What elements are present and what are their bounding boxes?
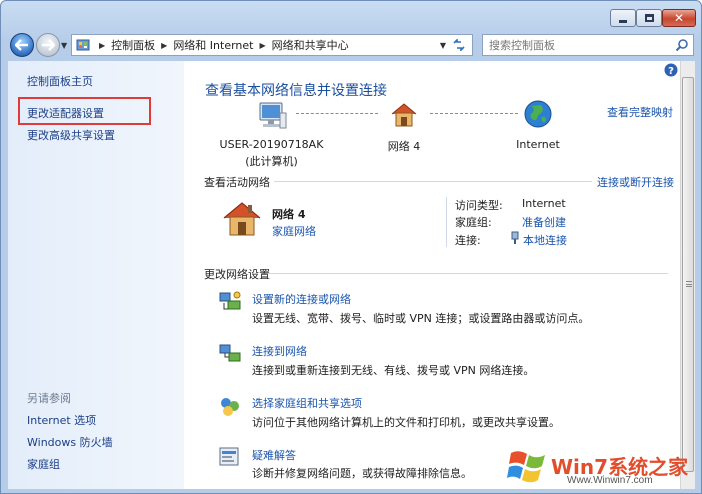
breadcrumb-network-internet[interactable]: 网络和 Internet	[173, 37, 253, 53]
computer-sub-label: (此计算机)	[245, 155, 298, 168]
title-bar: ✕	[1, 1, 701, 29]
see-also-heading: 另请参阅	[27, 392, 71, 405]
search-input[interactable]	[483, 35, 663, 55]
access-type-label: 访问类型:	[455, 199, 503, 212]
computer-name-label: USER-20190718AK	[219, 138, 324, 151]
task-desc-troubleshoot: 诊断并修复网络问题，或获得故障排除信息。	[252, 467, 472, 480]
connect-network-icon	[219, 344, 241, 362]
scroll-grip-icon	[686, 281, 692, 287]
troubleshoot-icon	[219, 447, 239, 466]
breadcrumb-separator-icon: ▶	[99, 40, 106, 50]
computer-icon	[259, 102, 287, 129]
page-title: 查看基本网络信息并设置连接	[205, 83, 387, 99]
connection-label: 连接:	[455, 234, 481, 247]
close-button[interactable]: ✕	[662, 9, 696, 27]
task-link-connect-network[interactable]: 连接到网络	[252, 343, 307, 359]
task-desc-new-connection: 设置无线、宽带、拨号、临时或 VPN 连接；或设置路由器或访问点。	[252, 312, 590, 325]
task-desc-homegroup-sharing: 访问位于其他网络计算机上的文件和打印机，或更改共享设置。	[252, 416, 560, 429]
site-watermark: Win7系统之家 Www.Winwin7.com	[503, 441, 699, 491]
breadcrumb-separator-icon: ▶	[161, 40, 168, 50]
arrow-left-icon	[15, 39, 28, 51]
sidebar-link-advanced-sharing[interactable]: 更改高级共享设置	[27, 127, 115, 143]
view-full-map-link[interactable]: 查看完整映射	[607, 104, 673, 120]
task-link-new-connection[interactable]: 设置新的连接或网络	[252, 291, 351, 307]
internet-globe-icon[interactable]	[523, 99, 553, 129]
main-content: ? 查看基本网络信息并设置连接 查看完整映射 USER-20190718AK (…	[184, 61, 680, 489]
change-settings-heading: 更改网络设置	[204, 268, 270, 281]
network-name-label: 网络 4	[387, 140, 421, 153]
ethernet-icon	[511, 231, 519, 244]
active-networks-heading: 查看活动网络	[204, 176, 270, 189]
access-type-value: Internet	[522, 197, 566, 210]
sidebar-link-homegroup[interactable]: 家庭组	[27, 456, 60, 472]
new-connection-icon	[219, 291, 241, 310]
scrollbar-thumb[interactable]	[682, 77, 694, 472]
search-box[interactable]	[482, 34, 694, 56]
forward-button[interactable]	[36, 33, 60, 57]
task-link-troubleshoot[interactable]: 疑难解答	[252, 447, 296, 463]
task-desc-connect-network: 连接到或重新连接到无线、有线、拨号或 VPN 网络连接。	[252, 364, 535, 377]
recent-pages-dropdown[interactable]: ▼	[61, 41, 67, 50]
address-bar[interactable]: ▶ 控制面板 ▶ 网络和 Internet ▶ 网络和共享中心 ▼	[71, 34, 473, 56]
watermark-url: Www.Winwin7.com	[567, 475, 653, 486]
search-icon[interactable]	[675, 38, 689, 52]
sidebar-link-internet-options[interactable]: Internet 选项	[27, 412, 96, 428]
network-type-link[interactable]: 家庭网络	[272, 223, 316, 239]
minimize-icon	[619, 19, 627, 23]
control-panel-icon	[76, 39, 90, 51]
home-network-large-icon	[223, 202, 261, 236]
svg-text:?: ?	[668, 66, 674, 77]
sidebar-link-home[interactable]: 控制面板主页	[27, 73, 93, 89]
help-icon[interactable]: ?	[664, 63, 678, 77]
vertical-divider	[446, 197, 447, 247]
maximize-icon	[644, 14, 654, 22]
active-network-name: 网络 4	[272, 208, 306, 221]
breadcrumb-separator-icon: ▶	[259, 40, 266, 50]
minimize-button[interactable]	[610, 9, 636, 27]
navigation-bar: ▼ ▶ 控制面板 ▶ 网络和 Internet ▶ 网络和共享中心 ▼	[1, 31, 701, 59]
map-link-line	[296, 113, 378, 114]
address-dropdown[interactable]: ▼	[440, 41, 446, 50]
vertical-scrollbar[interactable]	[680, 61, 695, 489]
internet-label: Internet	[516, 138, 560, 151]
local-connection-link[interactable]: 本地连接	[523, 232, 567, 248]
arrow-right-icon	[42, 39, 55, 51]
close-icon: ✕	[673, 11, 685, 25]
maximize-button[interactable]	[636, 9, 662, 27]
section-divider	[268, 273, 668, 274]
home-network-icon[interactable]	[389, 101, 419, 129]
refresh-icon	[453, 39, 465, 51]
breadcrumb-network-sharing-center[interactable]: 网络和共享中心	[272, 37, 349, 53]
homegroup-value-link[interactable]: 准备创建	[522, 214, 566, 230]
connect-disconnect-link[interactable]: 连接或断开连接	[597, 174, 674, 190]
homegroup-icon	[221, 398, 239, 416]
homegroup-label: 家庭组:	[455, 216, 492, 229]
back-button[interactable]	[10, 33, 34, 57]
explorer-window: ✕ ▼ ▶ 控制面板 ▶ 网络和 Internet ▶ 网络和共享中心 ▼ 搜索…	[0, 0, 702, 494]
sidebar-link-adapter-settings[interactable]: 更改适配器设置	[27, 105, 104, 121]
windows-logo-icon	[507, 451, 545, 483]
breadcrumb-control-panel[interactable]: 控制面板	[111, 37, 155, 53]
section-divider	[274, 181, 592, 182]
refresh-button[interactable]	[450, 37, 468, 53]
map-link-line	[430, 113, 518, 114]
sidebar-link-firewall[interactable]: Windows 防火墙	[27, 434, 113, 450]
task-link-homegroup-sharing[interactable]: 选择家庭组和共享选项	[252, 395, 362, 411]
